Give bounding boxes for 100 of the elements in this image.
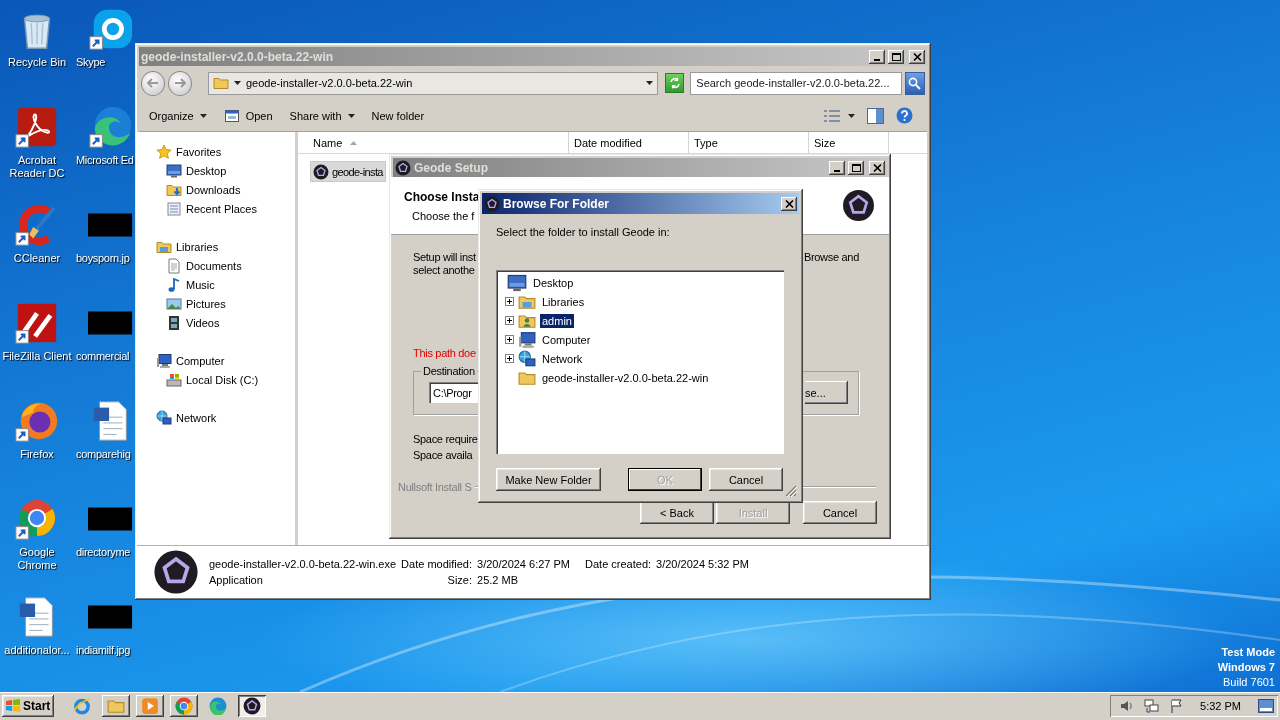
sort-arrow-icon	[350, 140, 358, 145]
resize-grip-icon[interactable]	[785, 485, 797, 497]
minimize-icon	[874, 58, 880, 61]
pentagon-logo-icon	[484, 195, 500, 212]
browse-button[interactable]: se...	[805, 381, 848, 404]
icon-label: commercial	[75, 350, 130, 363]
tray-button[interactable]	[1144, 698, 1161, 714]
tree-item[interactable]: Computer	[498, 330, 593, 349]
close-button[interactable]	[781, 196, 797, 211]
space-text: Space require	[413, 433, 478, 445]
tree-item[interactable]: geode-installer-v2.0.0-beta.22-win	[498, 368, 711, 387]
arrow-left-icon	[147, 78, 159, 88]
nav-item[interactable]: Network	[137, 408, 217, 427]
play-icon	[141, 697, 159, 715]
field-value: 25.2 MB	[477, 574, 519, 586]
window-title: Geode Setup	[414, 160, 488, 175]
nav-item[interactable]: Downloads	[137, 180, 241, 199]
back-button[interactable]	[141, 70, 165, 96]
dialog-button[interactable]: Cancel	[803, 501, 877, 524]
nav-item[interactable]: Music	[137, 275, 215, 294]
minimize-icon	[834, 169, 840, 172]
tree-item[interactable]: Network	[498, 349, 585, 368]
file-type: Application	[209, 574, 264, 586]
nav-item[interactable]: Local Disk (C:)	[137, 370, 259, 389]
system-text: Build 7601	[1223, 675, 1275, 690]
address-bar[interactable]: geode-installer-v2.0.0-beta.22-win	[208, 71, 659, 95]
pentagon-logo-icon	[842, 189, 875, 222]
close-button[interactable]	[869, 160, 885, 175]
document-icon	[166, 257, 182, 274]
icon-label: additionalor...	[4, 644, 70, 657]
nav-item[interactable]: Recent Places	[137, 199, 257, 218]
tree-item[interactable]: admin	[498, 311, 574, 330]
tree-item[interactable]: Libraries	[498, 292, 587, 311]
intro-text: Browse and	[803, 251, 859, 263]
search-icon	[908, 76, 922, 90]
taskbar-button[interactable]	[238, 695, 266, 717]
refresh-icon	[668, 77, 681, 89]
taskbar-button[interactable]	[170, 695, 198, 717]
maximize-icon	[851, 163, 861, 172]
maximize-button[interactable]	[888, 49, 904, 64]
search-button[interactable]	[904, 71, 925, 95]
path-field[interactable]: C:\Progr	[429, 382, 479, 403]
nav-item[interactable]: Libraries	[137, 237, 219, 256]
view-options-button[interactable]	[824, 109, 855, 122]
icon-label: directoryme	[75, 546, 131, 559]
start-button[interactable]: Start	[2, 695, 54, 717]
nav-item[interactable]: Videos	[137, 313, 220, 332]
minimize-button[interactable]	[869, 49, 885, 64]
network-icon	[518, 349, 536, 368]
error-message: This path doe	[413, 347, 476, 359]
dialog-button[interactable]: < Back	[640, 501, 714, 524]
field-label: Size:	[446, 574, 473, 586]
taskbar-button[interactable]	[136, 695, 164, 717]
icon-label: Google Chrome	[16, 546, 58, 572]
pentagon-logo-icon	[395, 159, 411, 176]
help-button[interactable]	[896, 107, 913, 124]
intro-text: Setup will inst	[413, 251, 476, 264]
close-icon	[912, 52, 922, 61]
window-title: Browse For Folder	[503, 196, 609, 211]
icon-label: Firefox	[20, 448, 54, 461]
icon-label: boysporn.jp	[75, 252, 130, 265]
film-icon	[166, 314, 182, 331]
dialog-button[interactable]: Cancel	[709, 468, 783, 491]
minimize-button[interactable]	[829, 160, 845, 175]
field-label: Date modified:	[401, 558, 473, 570]
nav-item[interactable]: Favorites	[137, 142, 222, 161]
preview-pane-icon	[867, 107, 884, 124]
caret-icon	[234, 81, 241, 85]
refresh-button[interactable]	[665, 73, 685, 93]
icon-label: Microsoft Ed	[75, 154, 134, 167]
preview-pane-button[interactable]	[867, 107, 884, 124]
dropdown-icon	[646, 81, 654, 85]
nav-item[interactable]: Pictures	[137, 294, 226, 313]
windows-logo-icon	[5, 699, 21, 713]
folder-icon	[107, 697, 125, 715]
maximize-button[interactable]	[848, 160, 864, 175]
monitor-icon	[166, 162, 182, 179]
show-desktop-icon[interactable]	[1258, 699, 1274, 713]
toolbar-button[interactable]: Organize	[149, 107, 207, 124]
nav-item[interactable]: Documents	[137, 256, 242, 275]
toolbar-button[interactable]: Open	[223, 105, 273, 126]
expand-icon	[505, 297, 514, 306]
browser-icon	[175, 697, 193, 715]
nav-item[interactable]: Desktop	[137, 161, 227, 180]
tree-item[interactable]: Desktop	[498, 273, 576, 292]
toolbar-button[interactable]: Share with	[289, 107, 355, 124]
dialog-button[interactable]: Make New Folder	[496, 468, 601, 491]
close-icon	[784, 199, 794, 208]
app-icon[interactable]	[88, 104, 134, 150]
nav-item[interactable]: Computer	[137, 351, 225, 370]
taskbar-button[interactable]	[102, 695, 130, 717]
toolbar-button[interactable]: New folder	[371, 107, 425, 124]
icon-label: FileZilla Client	[2, 350, 72, 363]
list-view-icon	[824, 109, 840, 122]
caret-icon	[199, 113, 207, 118]
close-button[interactable]	[909, 49, 925, 64]
forward-button[interactable]	[168, 70, 192, 96]
search-field[interactable]: Search geode-installer-v2.0.0-beta.22...	[690, 71, 902, 95]
expand-icon	[505, 354, 514, 363]
file-row[interactable]: geode-insta	[310, 161, 386, 182]
